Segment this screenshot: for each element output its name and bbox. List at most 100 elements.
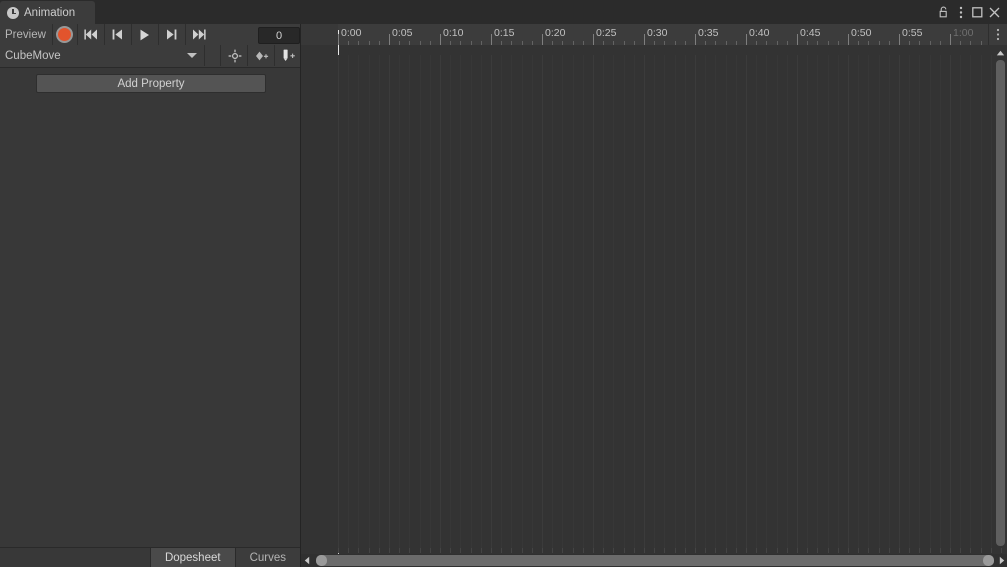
ruler-tick-major <box>746 34 747 45</box>
ruler-label: 0:20 <box>545 27 566 39</box>
scroll-tick <box>440 548 441 553</box>
timeline-gridline <box>827 55 829 548</box>
lock-icon[interactable] <box>935 0 952 24</box>
timeline-gridline <box>603 55 605 548</box>
ruler-left-gutter <box>301 24 338 45</box>
scroll-tick <box>562 548 564 553</box>
add-keyframe-button[interactable] <box>220 45 248 66</box>
vertical-scroll-thumb[interactable] <box>996 60 1005 546</box>
scroll-tick <box>582 548 584 553</box>
scroll-tick <box>460 548 462 553</box>
scroll-grip-left[interactable] <box>316 555 327 566</box>
first-frame-button[interactable] <box>76 24 104 45</box>
timeline-gridline <box>338 55 339 548</box>
tab-dopesheet[interactable]: Dopesheet <box>149 548 235 567</box>
timeline-gridline <box>440 55 441 548</box>
timeline-gridline <box>766 55 768 548</box>
ruler-tick-major <box>848 34 849 45</box>
timeline-gridline <box>409 55 411 548</box>
scroll-tick <box>542 548 543 553</box>
scroll-tick <box>593 548 594 553</box>
horizontal-scrollbar[interactable] <box>301 554 1007 567</box>
arrow-up-icon[interactable] <box>994 47 1007 58</box>
scroll-tick <box>511 548 513 553</box>
clip-dropdown[interactable]: CubeMove <box>0 45 205 66</box>
scroll-tick <box>613 548 615 553</box>
timeline-gridline <box>960 55 962 548</box>
tab-animation[interactable]: Animation <box>0 1 95 24</box>
horizontal-scroll-area <box>301 548 1007 567</box>
kebab-menu-icon[interactable] <box>952 0 969 24</box>
add-marker-button[interactable] <box>274 45 302 66</box>
scroll-tick <box>633 548 635 553</box>
close-icon[interactable] <box>986 0 1003 24</box>
timeline-gridline <box>470 55 472 548</box>
scroll-tick <box>878 548 880 553</box>
maximize-icon[interactable] <box>969 0 986 24</box>
scroll-tick <box>725 548 727 553</box>
timeline-gridline <box>725 55 727 548</box>
horizontal-scroll-thumb[interactable] <box>316 555 994 566</box>
next-frame-button[interactable] <box>157 24 185 45</box>
timeline-gridline <box>939 55 941 548</box>
clip-toolbar: CubeMove <box>0 45 302 68</box>
prev-frame-button[interactable] <box>103 24 131 45</box>
timeline-header-strip <box>301 45 1007 55</box>
timeline-options-menu[interactable] <box>988 24 1007 45</box>
scroll-tick <box>664 548 666 553</box>
ruler-label: 0:55 <box>902 27 923 39</box>
last-frame-button[interactable] <box>184 24 212 45</box>
timeline-gridline <box>368 55 370 548</box>
tab-curves[interactable]: Curves <box>234 548 300 567</box>
scroll-tick <box>939 548 941 553</box>
record-button[interactable] <box>51 24 77 45</box>
arrow-left-icon[interactable] <box>301 554 312 567</box>
animation-window: Animation Preview 0 CubeMove Add Propert… <box>0 0 1007 567</box>
timeline-ruler[interactable]: 0:00 0:05 0:10 0:15 0:20 0:25 0:30 0:35 0:40 0:45… <box>301 24 1007 46</box>
frame-input[interactable]: 0 <box>258 27 300 44</box>
timeline-gridline <box>644 55 645 548</box>
timeline-gridline <box>735 55 737 548</box>
scroll-tick <box>797 548 798 553</box>
horizontal-scroll-track[interactable] <box>312 555 996 566</box>
scroll-tick <box>960 548 962 553</box>
ruler-tick-major <box>440 34 441 45</box>
scroll-tick <box>837 548 839 553</box>
scroll-tick <box>521 548 523 553</box>
vertical-scrollbar[interactable] <box>994 45 1007 548</box>
ruler-label: 0:50 <box>851 27 872 39</box>
scroll-tick <box>572 548 574 553</box>
add-property-button[interactable]: Add Property <box>36 74 266 93</box>
timeline-gridline <box>848 55 849 548</box>
scroll-tick <box>491 548 492 553</box>
ruler-tick-major <box>695 34 696 45</box>
clock-icon <box>7 6 19 19</box>
scroll-tick <box>888 548 890 553</box>
scroll-tick <box>480 548 482 553</box>
timeline-gridline <box>817 55 819 548</box>
scroll-tick <box>695 548 696 553</box>
timeline-panel: 0:00 0:05 0:10 0:15 0:20 0:25 0:30 0:35 0:40 0:45… <box>301 24 1007 567</box>
timeline-gridline <box>980 55 982 548</box>
scroll-grip-right[interactable] <box>983 555 994 566</box>
arrow-right-icon[interactable] <box>996 554 1007 567</box>
timeline-gridline <box>746 55 747 548</box>
play-button[interactable] <box>130 24 158 45</box>
ruler-label: 0:30 <box>647 27 668 39</box>
left-panel: Preview 0 CubeMove Add Property Dopeshee… <box>0 24 302 567</box>
timeline-gridline <box>858 55 860 548</box>
playback-toolbar: Preview 0 <box>0 24 300 46</box>
scroll-tick <box>674 548 676 553</box>
timeline-grid[interactable] <box>301 45 1007 548</box>
ruler-tick-major <box>950 34 951 45</box>
tab-animation-label: Animation <box>24 6 76 19</box>
timeline-gridline <box>521 55 523 548</box>
ruler-label: 0:15 <box>494 27 515 39</box>
scroll-tick <box>1001 548 1002 553</box>
timeline-gridline <box>460 55 462 548</box>
scroll-tick <box>684 548 686 553</box>
timeline-gridline <box>664 55 666 548</box>
scroll-tick <box>746 548 747 553</box>
scroll-tick <box>419 548 421 553</box>
add-event-button[interactable] <box>247 45 275 66</box>
